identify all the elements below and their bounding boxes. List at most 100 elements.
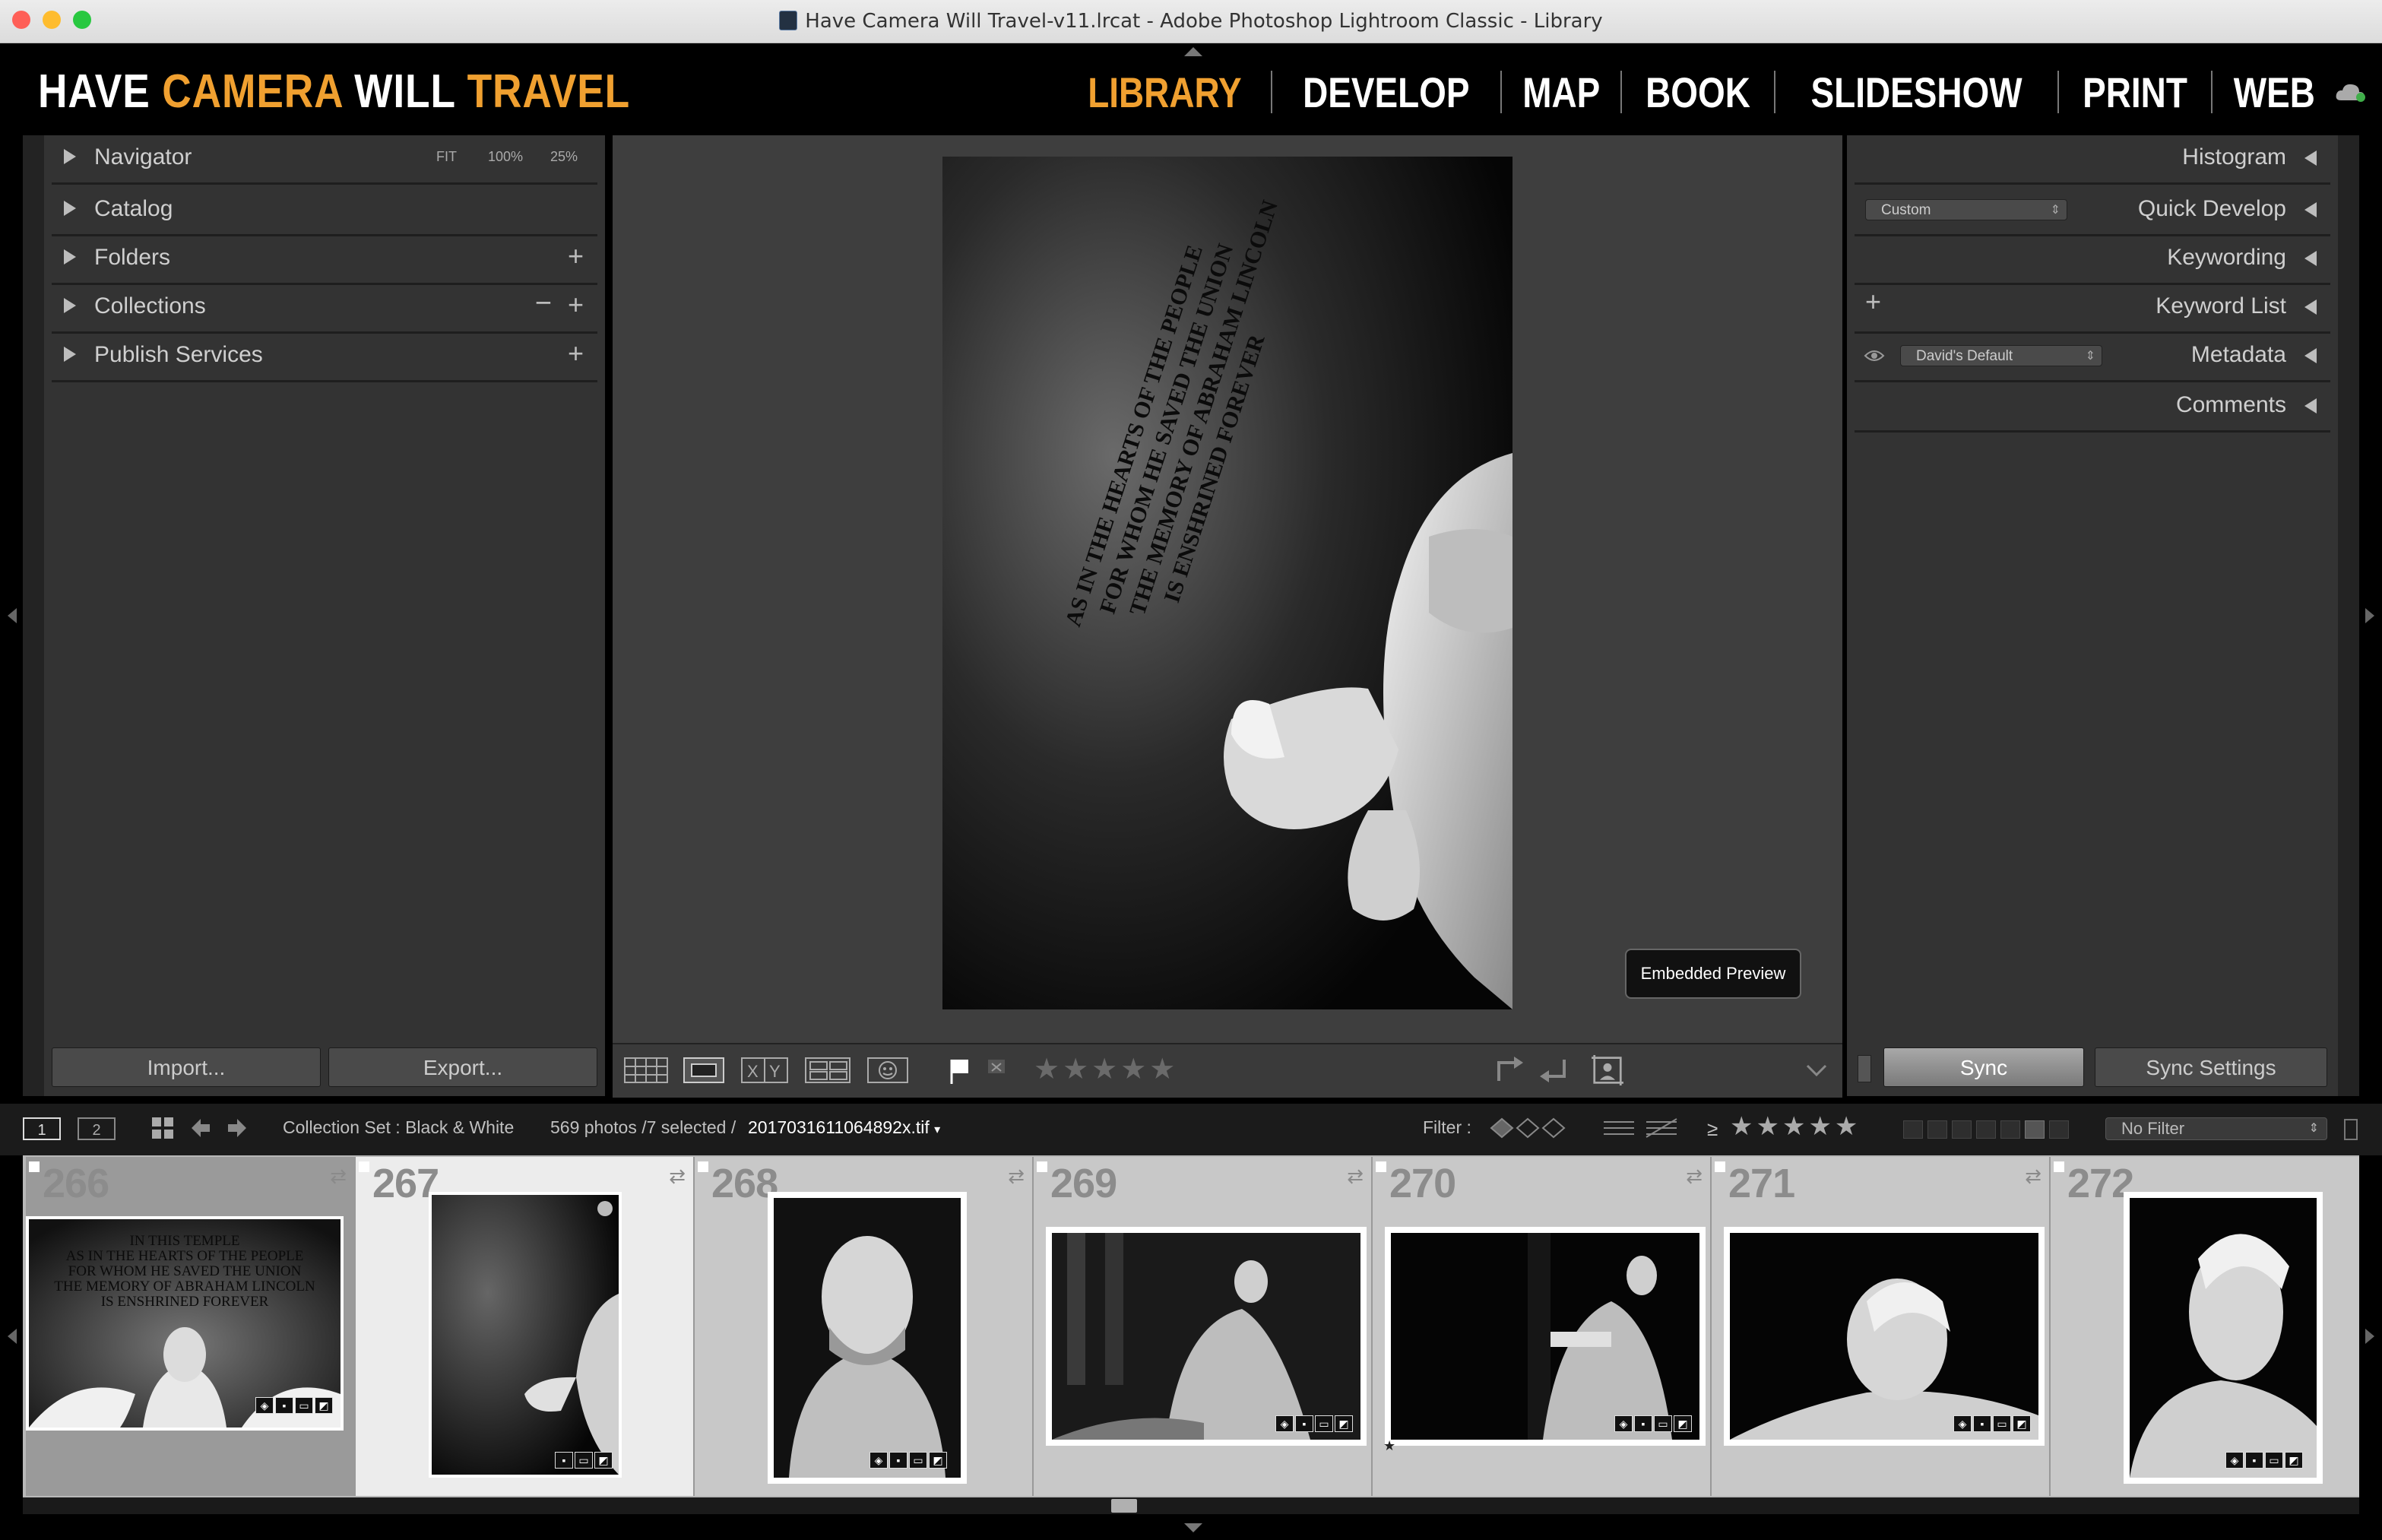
keywording-panel-header[interactable]: Keywording bbox=[1855, 236, 2330, 285]
color-filter-blue[interactable] bbox=[1976, 1120, 1996, 1139]
loupe-view-icon[interactable] bbox=[683, 1055, 725, 1085]
survey-view-icon[interactable] bbox=[804, 1055, 851, 1085]
collection-badge-icon[interactable]: ▭ bbox=[1654, 1415, 1672, 1432]
navigator-panel-header[interactable]: Navigator FIT 100% 25% bbox=[52, 135, 597, 185]
keyword-badge-icon[interactable]: ◈ bbox=[869, 1452, 888, 1469]
color-filter-none[interactable] bbox=[2049, 1120, 2069, 1139]
publish-services-panel-header[interactable]: Publish Services + bbox=[52, 333, 597, 382]
thumbnail-270[interactable] bbox=[1385, 1227, 1706, 1446]
collections-panel-header[interactable]: Collections − + bbox=[52, 284, 597, 334]
module-map[interactable]: MAP bbox=[1519, 68, 1604, 117]
filmstrip-source-label[interactable]: Collection Set : Black & White bbox=[283, 1117, 514, 1138]
collection-badge-icon[interactable]: ▭ bbox=[2265, 1452, 2283, 1469]
people-view-icon[interactable] bbox=[866, 1055, 909, 1085]
eye-icon[interactable] bbox=[1864, 348, 1885, 363]
rotate-icon[interactable]: ⇄ bbox=[1686, 1165, 1703, 1188]
color-filter-custom[interactable] bbox=[2025, 1120, 2045, 1139]
develop-badge-icon[interactable]: ◩ bbox=[2013, 1415, 2031, 1432]
filmstrip-left-arrow-icon[interactable] bbox=[8, 1329, 17, 1344]
navigator-zoom-100[interactable]: 100% bbox=[488, 149, 523, 165]
filmstrip-scrollbar[interactable] bbox=[23, 1497, 2359, 1514]
metadata-preset-select[interactable]: David's Default ⇕ bbox=[1900, 345, 2102, 366]
right-panel-toggle-icon[interactable] bbox=[2365, 608, 2374, 623]
filmstrip-cell-268[interactable]: 268 ⇄ ◈ ▪ ▭ ◩ bbox=[695, 1157, 1034, 1496]
keyword-badge-icon[interactable]: ◈ bbox=[1275, 1415, 1294, 1432]
module-library[interactable]: LIBRARY bbox=[1085, 68, 1246, 117]
grid-view-icon[interactable] bbox=[623, 1055, 669, 1085]
cloud-sync-icon[interactable] bbox=[2335, 81, 2367, 102]
keyword-badge-icon[interactable]: ◈ bbox=[1614, 1415, 1633, 1432]
color-label-filter[interactable] bbox=[1903, 1120, 2069, 1139]
module-book[interactable]: BOOK bbox=[1642, 68, 1754, 117]
add-keyword-button[interactable]: + bbox=[1865, 286, 1881, 318]
rotate-right-icon[interactable] bbox=[1534, 1055, 1572, 1085]
keyword-badge-icon[interactable]: ◈ bbox=[2225, 1452, 2244, 1469]
filmstrip-scroll-thumb[interactable] bbox=[1111, 1499, 1137, 1513]
metadata-badge-icon[interactable]: ▪ bbox=[1634, 1415, 1652, 1432]
main-window-button[interactable]: 1 bbox=[23, 1117, 61, 1140]
thumbnail-271[interactable] bbox=[1724, 1227, 2045, 1446]
filmstrip-right-arrow-icon[interactable] bbox=[2365, 1329, 2374, 1344]
develop-badge-icon[interactable]: ◩ bbox=[1674, 1415, 1692, 1432]
rotate-icon[interactable]: ⇄ bbox=[1008, 1165, 1025, 1188]
toolbar-content-menu-icon[interactable] bbox=[1804, 1055, 1829, 1085]
color-filter-yellow[interactable] bbox=[1927, 1120, 1947, 1139]
add-publish-service-button[interactable]: + bbox=[568, 337, 584, 369]
pick-flag-icon[interactable] bbox=[947, 1055, 973, 1085]
add-folder-button[interactable]: + bbox=[568, 240, 584, 272]
filmstrip-cell-267[interactable]: 267 ⇄ ▪ ▭ ◩ bbox=[356, 1157, 695, 1496]
rotate-icon[interactable]: ⇄ bbox=[2025, 1165, 2041, 1188]
rating-filter-stars[interactable]: ★★★★★ bbox=[1730, 1111, 1861, 1142]
develop-badge-icon[interactable]: ◩ bbox=[594, 1452, 613, 1469]
develop-badge-icon[interactable]: ◩ bbox=[1335, 1415, 1353, 1432]
collection-badge-icon[interactable]: ▭ bbox=[575, 1452, 593, 1469]
module-web[interactable]: WEB bbox=[2230, 68, 2319, 117]
module-develop[interactable]: DEVELOP bbox=[1299, 68, 1473, 117]
develop-badge-icon[interactable]: ◩ bbox=[929, 1452, 947, 1469]
add-collection-button[interactable]: + bbox=[568, 289, 584, 321]
filmstrip-cell-270[interactable]: 270 ⇄ ◈ ▪ ▭ ◩ ★ bbox=[1373, 1157, 1712, 1496]
back-arrow-icon[interactable] bbox=[190, 1117, 211, 1139]
keyword-list-panel-header[interactable]: + Keyword List bbox=[1855, 284, 2330, 334]
develop-badge-icon[interactable]: ◩ bbox=[2285, 1452, 2303, 1469]
collection-badge-icon[interactable]: ▭ bbox=[295, 1397, 313, 1414]
rotate-left-icon[interactable] bbox=[1487, 1055, 1534, 1085]
metadata-badge-icon[interactable]: ▪ bbox=[889, 1452, 908, 1469]
navigator-zoom-fit[interactable]: FIT bbox=[436, 149, 457, 165]
quick-develop-preset-select[interactable]: Custom ⇕ bbox=[1865, 199, 2067, 220]
metadata-badge-icon[interactable]: ▪ bbox=[1973, 1415, 1991, 1432]
rotate-icon[interactable]: ⇄ bbox=[669, 1165, 686, 1188]
metadata-badge-icon[interactable]: ▪ bbox=[275, 1397, 293, 1414]
metadata-badge-icon[interactable]: ▪ bbox=[2245, 1452, 2263, 1469]
filter-preset-select[interactable]: No Filter ⇕ bbox=[2105, 1117, 2327, 1140]
collection-badge-icon[interactable]: ▭ bbox=[1315, 1415, 1333, 1432]
thumbnail-267[interactable] bbox=[429, 1192, 622, 1478]
secondary-window-button[interactable]: 2 bbox=[78, 1117, 116, 1140]
thumbnail-269[interactable] bbox=[1046, 1227, 1367, 1446]
collection-badge-icon[interactable]: ▭ bbox=[909, 1452, 927, 1469]
rating-comparison-operator[interactable]: ≥ bbox=[1707, 1117, 1718, 1141]
main-photo[interactable]: AS IN THE HEARTS OF THE PEOPLE FOR WHOM … bbox=[942, 157, 1513, 1009]
compare-view-icon[interactable]: XY bbox=[740, 1055, 789, 1085]
bottom-panel-toggle-icon[interactable] bbox=[1184, 1523, 1202, 1532]
forward-arrow-icon[interactable] bbox=[226, 1117, 248, 1139]
reject-flag-icon[interactable] bbox=[987, 1055, 1008, 1085]
develop-badge-icon[interactable]: ◩ bbox=[315, 1397, 333, 1414]
filmstrip-cell-269[interactable]: 269 ⇄ ◈ ▪ ▭ ◩ bbox=[1034, 1157, 1373, 1496]
module-slideshow[interactable]: SLIDESHOW bbox=[1807, 68, 2026, 117]
collection-badge-icon[interactable]: ▭ bbox=[1993, 1415, 2011, 1432]
keyword-badge-icon[interactable]: ◈ bbox=[1953, 1415, 1972, 1432]
sync-settings-button[interactable]: Sync Settings bbox=[2095, 1047, 2327, 1087]
sync-button[interactable]: Sync bbox=[1883, 1047, 2084, 1087]
module-print[interactable]: PRINT bbox=[2079, 68, 2192, 117]
left-panel-toggle-icon[interactable] bbox=[8, 608, 17, 623]
rating-stars[interactable]: ★★★★★ bbox=[1034, 1052, 1178, 1086]
comments-panel-header[interactable]: Comments bbox=[1855, 383, 2330, 433]
import-button[interactable]: Import... bbox=[52, 1047, 321, 1087]
histogram-panel-header[interactable]: Histogram bbox=[1855, 135, 2330, 185]
rotate-icon[interactable]: ⇄ bbox=[1347, 1165, 1364, 1188]
rotate-icon[interactable]: ⇄ bbox=[330, 1165, 347, 1188]
color-filter-purple[interactable] bbox=[2000, 1120, 2020, 1139]
export-button[interactable]: Export... bbox=[328, 1047, 597, 1087]
metadata-panel-header[interactable]: David's Default ⇕ Metadata bbox=[1855, 333, 2330, 382]
